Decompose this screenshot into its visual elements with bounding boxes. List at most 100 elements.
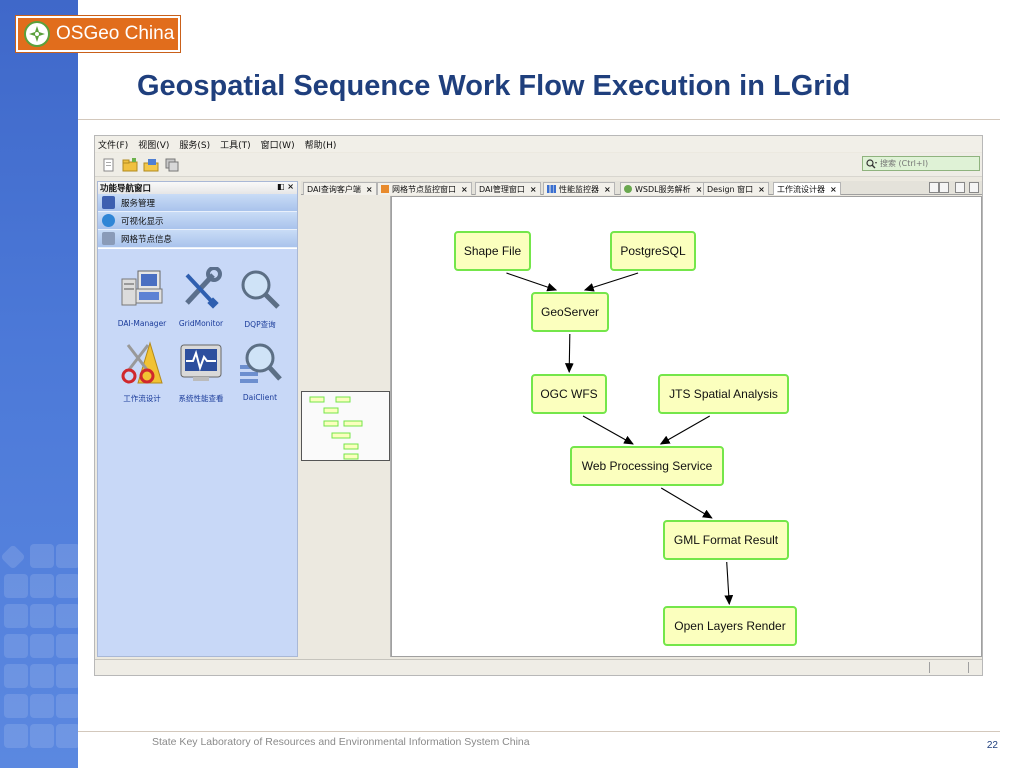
gear-icon [624, 185, 632, 193]
menu-service[interactable]: 服务(S) [179, 138, 210, 151]
close-icon[interactable]: × [830, 185, 837, 194]
page-number: 22 [986, 740, 998, 751]
scroll-tabs-left-icon[interactable] [929, 182, 939, 193]
nav-section-visualization[interactable]: 可视化显示 [98, 212, 297, 230]
tab-label: Design 窗口 [707, 184, 754, 194]
menu-window[interactable]: 窗口(W) [261, 138, 295, 151]
workflow-overview-panel [301, 196, 391, 657]
app-dai-client[interactable]: DaiClient [230, 341, 290, 402]
nav-app-grid: DAI-Manager GridMonitor DQP查询 工作流设计 系统性能… [98, 249, 297, 656]
osgeo-china-logo: OSGeo China [16, 16, 180, 52]
close-icon[interactable]: × [366, 185, 373, 194]
node-postgresql[interactable]: PostgreSQL [610, 231, 696, 271]
tab-label: 工作流设计器 [777, 184, 825, 194]
slide-title: Geospatial Sequence Work Flow Execution … [137, 70, 851, 102]
nav-panel-title: 功能导航窗口 [100, 184, 152, 194]
node-jts-spatial-analysis[interactable]: JTS Spatial Analysis [658, 374, 789, 414]
node-shape-file[interactable]: Shape File [454, 231, 531, 271]
lgrid-app-window: 文件(F) 视图(V) 服务(S) 工具(T) 窗口(W) 帮助(H) 搜索 (… [94, 135, 983, 676]
close-icon[interactable]: × [758, 185, 765, 194]
overview-thumbnail[interactable] [301, 391, 390, 461]
nav-section-grid-node-info[interactable]: 网格节点信息 [98, 230, 297, 248]
tab-grid-node-monitor[interactable]: 网格节点监控窗口 × [377, 182, 472, 195]
node-gml-format-result[interactable]: GML Format Result [663, 520, 789, 560]
open-folder-icon[interactable] [143, 157, 159, 173]
toolbar [95, 153, 982, 177]
close-icon[interactable]: × [530, 185, 537, 194]
tab-label: DAI查询客户端 [307, 184, 361, 194]
nav-section-service-management[interactable]: 服务管理 [98, 194, 297, 212]
decorative-tiles [0, 540, 78, 768]
new-file-icon[interactable] [101, 157, 117, 173]
maximize-window-icon[interactable] [969, 182, 979, 193]
app-dqp-query[interactable]: DQP查询 [230, 267, 290, 330]
logo-text: OSGeo China [56, 23, 175, 44]
tab-design-window[interactable]: Design 窗口 × [703, 182, 769, 195]
nav-panel-header: 功能导航窗口 ◧ × [98, 182, 297, 194]
menu-help[interactable]: 帮助(H) [305, 138, 337, 151]
function-navigation-panel: 功能导航窗口 ◧ × 服务管理 可视化显示 网格节点信息 DAI-Manager… [97, 181, 298, 657]
slide-left-band [0, 0, 78, 768]
status-divider [929, 662, 930, 673]
globe-icon [102, 214, 115, 227]
edge-geoserver-to-ogcwfs [564, 333, 574, 374]
scroll-tabs-right-icon[interactable] [939, 182, 949, 193]
footer-divider [78, 731, 1000, 732]
tab-label: 网格节点监控窗口 [392, 184, 456, 194]
new-project-icon[interactable] [122, 157, 138, 173]
title-divider [78, 119, 1000, 120]
workflow-canvas[interactable]: Shape File PostgreSQL GeoServer OGC WFS … [391, 196, 982, 657]
close-icon[interactable]: × [461, 185, 468, 194]
server-icon [102, 196, 115, 209]
app-system-performance[interactable]: 系统性能查看 [171, 341, 231, 404]
tab-label: DAI管理窗口 [479, 184, 525, 194]
edge-wps-to-gml [660, 487, 713, 519]
tab-wsdl-parser[interactable]: WSDL服务解析 × [620, 182, 707, 195]
app-label: GridMonitor [178, 319, 224, 328]
tab-performance-monitor[interactable]: 性能监控器 × [543, 182, 615, 195]
magnifier-icon [238, 267, 282, 311]
edge-jts-to-wps [659, 415, 711, 445]
edge-gml-to-openlayers [724, 561, 734, 606]
app-label: DQP查询 [244, 320, 276, 329]
menu-tools[interactable]: 工具(T) [220, 138, 251, 151]
search-box[interactable] [862, 156, 980, 171]
close-icon[interactable]: × [696, 185, 703, 194]
app-dai-manager[interactable]: DAI-Manager [112, 267, 172, 328]
magnifier-list-icon [238, 341, 282, 385]
save-all-icon[interactable] [164, 157, 180, 173]
edge-postgresql-to-geoserver [583, 272, 639, 292]
editor-tab-bar: DAI查询客户端 × 网格节点监控窗口 × DAI管理窗口 × 性能监控器 × WSDL… [301, 181, 982, 195]
node-open-layers-render[interactable]: Open Layers Render [663, 606, 797, 646]
tab-workflow-designer[interactable]: 工作流设计器 × [773, 182, 841, 195]
app-workflow-design[interactable]: 工作流设计 [112, 341, 172, 404]
app-label: DaiClient [242, 393, 278, 402]
tab-list-dropdown-icon[interactable] [955, 182, 965, 193]
nav-panel-controls[interactable]: ◧ × [277, 182, 294, 191]
app-label: 系统性能查看 [178, 394, 224, 403]
footer-text: State Key Laboratory of Resources and En… [152, 736, 530, 748]
osgeo-compass-icon [24, 21, 50, 47]
status-bar [95, 659, 982, 675]
monitor-pulse-icon [179, 341, 223, 385]
computers-icon [120, 267, 164, 311]
menu-file[interactable]: 文件(F) [98, 138, 128, 151]
wrench-screwdriver-icon [179, 266, 223, 311]
search-icon [866, 158, 877, 168]
tools-icon [102, 232, 115, 245]
search-input[interactable] [880, 159, 970, 168]
tab-label: WSDL服务解析 [635, 184, 691, 194]
node-geoserver[interactable]: GeoServer [531, 292, 609, 332]
node-ogc-wfs[interactable]: OGC WFS [531, 374, 607, 414]
app-label: 工作流设计 [123, 394, 161, 403]
tab-dai-query-client[interactable]: DAI查询客户端 × [303, 182, 377, 195]
node-web-processing-service[interactable]: Web Processing Service [570, 446, 724, 486]
nav-section-label: 网格节点信息 [121, 234, 173, 245]
close-icon[interactable]: × [604, 185, 611, 194]
app-grid-monitor[interactable]: GridMonitor [171, 266, 231, 328]
menu-view[interactable]: 视图(V) [138, 138, 169, 151]
tab-dai-management[interactable]: DAI管理窗口 × [475, 182, 541, 195]
nav-section-label: 服务管理 [121, 198, 156, 209]
nav-section-label: 可视化显示 [121, 216, 164, 227]
menu-bar: 文件(F) 视图(V) 服务(S) 工具(T) 窗口(W) 帮助(H) [95, 136, 982, 152]
